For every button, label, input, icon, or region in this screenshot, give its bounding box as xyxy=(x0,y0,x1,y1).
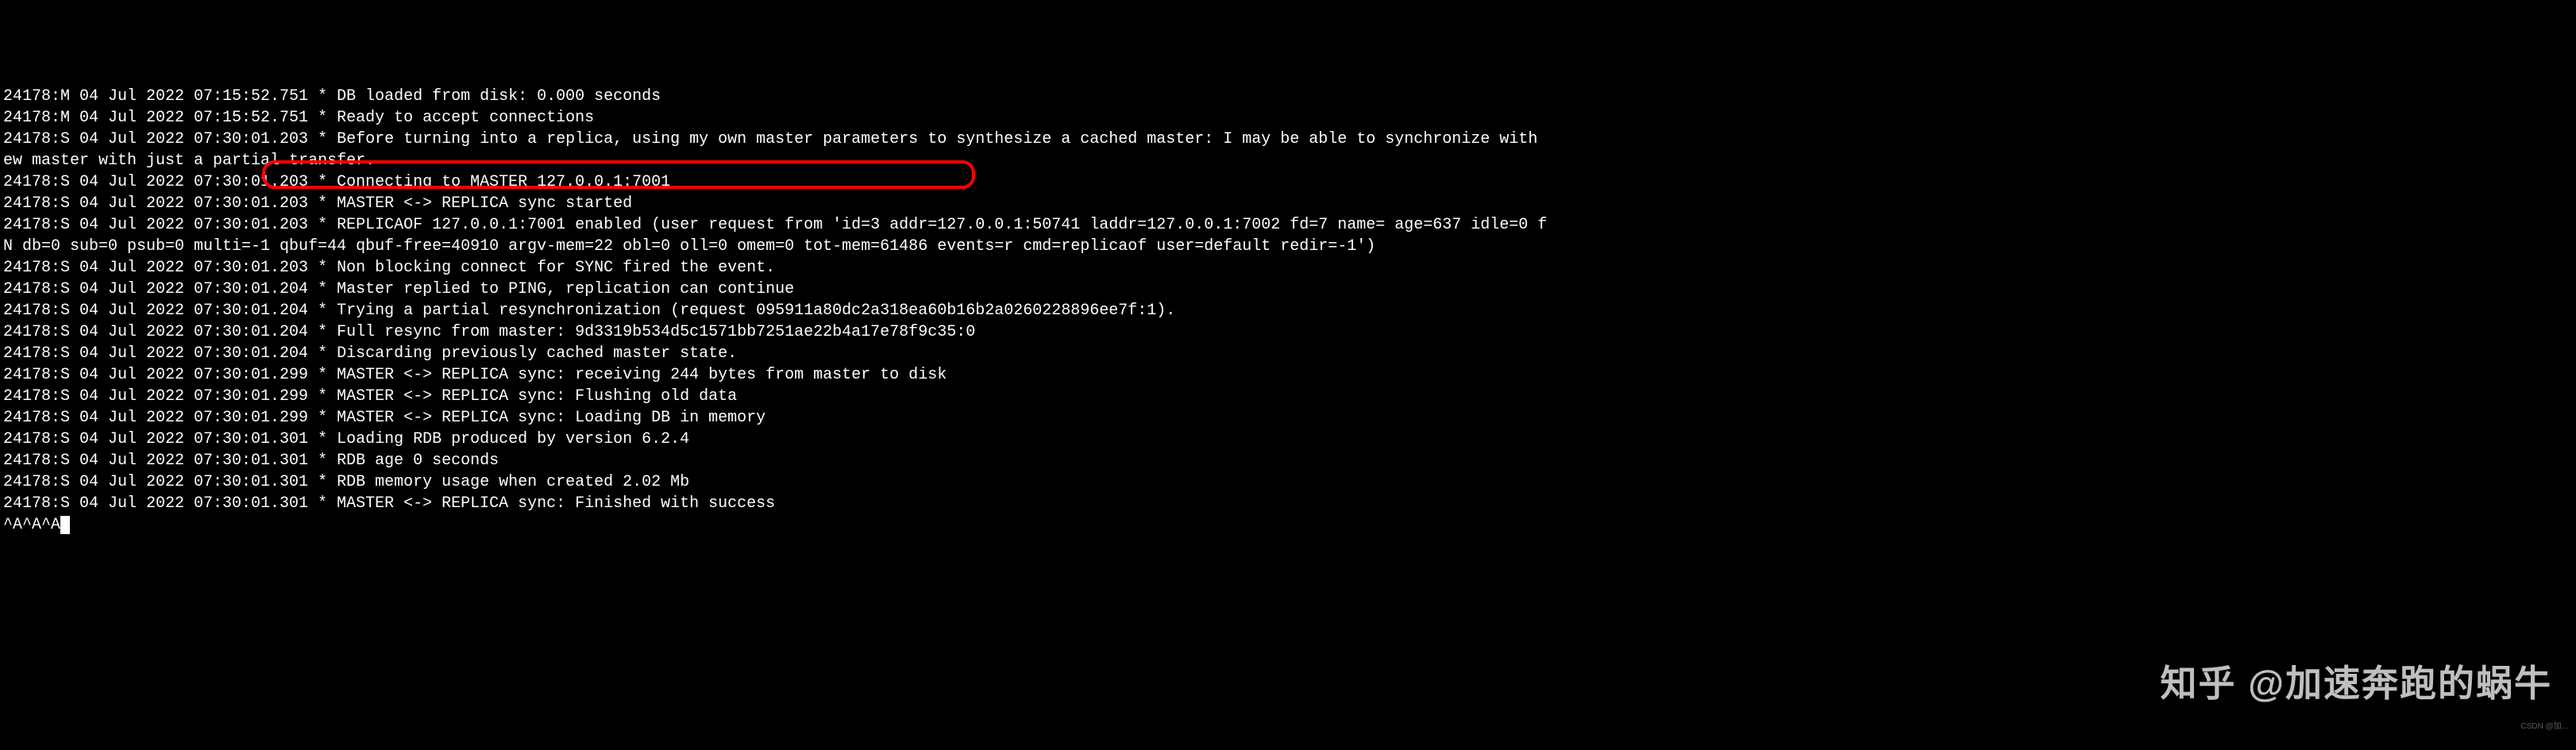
log-line: 24178:S 04 Jul 2022 07:30:01.299 * MASTE… xyxy=(3,386,2573,407)
log-line: 24178:S 04 Jul 2022 07:30:01.203 * Befor… xyxy=(3,129,2573,150)
prompt-prefix: ^A^A^A xyxy=(3,516,60,534)
watermark-sub-text: CSDN @加... xyxy=(2520,721,2568,733)
log-line: 24178:S 04 Jul 2022 07:30:01.204 * Maste… xyxy=(3,279,2573,300)
log-line: 24178:S 04 Jul 2022 07:30:01.203 * Non b… xyxy=(3,257,2573,279)
log-line: 24178:S 04 Jul 2022 07:30:01.299 * MASTE… xyxy=(3,407,2573,429)
terminal-output[interactable]: 24178:M 04 Jul 2022 07:15:52.751 * DB lo… xyxy=(0,86,2576,536)
log-line: 24178:S 04 Jul 2022 07:30:01.301 * Loadi… xyxy=(3,429,2573,450)
log-line: 24178:S 04 Jul 2022 07:30:01.204 * Tryin… xyxy=(3,300,2573,321)
log-line: 24178:M 04 Jul 2022 07:15:52.751 * DB lo… xyxy=(3,86,2573,107)
log-line: 24178:S 04 Jul 2022 07:30:01.299 * MASTE… xyxy=(3,364,2573,386)
log-line: 24178:S 04 Jul 2022 07:30:01.203 * MASTE… xyxy=(3,193,2573,214)
terminal-cursor xyxy=(60,516,70,534)
terminal-prompt-line[interactable]: ^A^A^A xyxy=(3,514,2573,536)
log-line: 24178:S 04 Jul 2022 07:30:01.301 * RDB a… xyxy=(3,450,2573,471)
watermark-text: 知乎 @加速奔跑的蜗牛 xyxy=(2160,659,2552,708)
log-line: 24178:S 04 Jul 2022 07:30:01.301 * RDB m… xyxy=(3,471,2573,493)
log-line: 24178:M 04 Jul 2022 07:15:52.751 * Ready… xyxy=(3,107,2573,129)
log-line: N db=0 sub=0 psub=0 multi=-1 qbuf=44 qbu… xyxy=(3,236,2573,257)
log-line: 24178:S 04 Jul 2022 07:30:01.204 * Disca… xyxy=(3,343,2573,364)
log-line: 24178:S 04 Jul 2022 07:30:01.203 * REPLI… xyxy=(3,214,2573,236)
log-line: 24178:S 04 Jul 2022 07:30:01.204 * Full … xyxy=(3,321,2573,343)
log-line: ew master with just a partial transfer. xyxy=(3,150,2573,171)
log-line: 24178:S 04 Jul 2022 07:30:01.301 * MASTE… xyxy=(3,493,2573,514)
log-line: 24178:S 04 Jul 2022 07:30:01.203 * Conne… xyxy=(3,171,2573,193)
